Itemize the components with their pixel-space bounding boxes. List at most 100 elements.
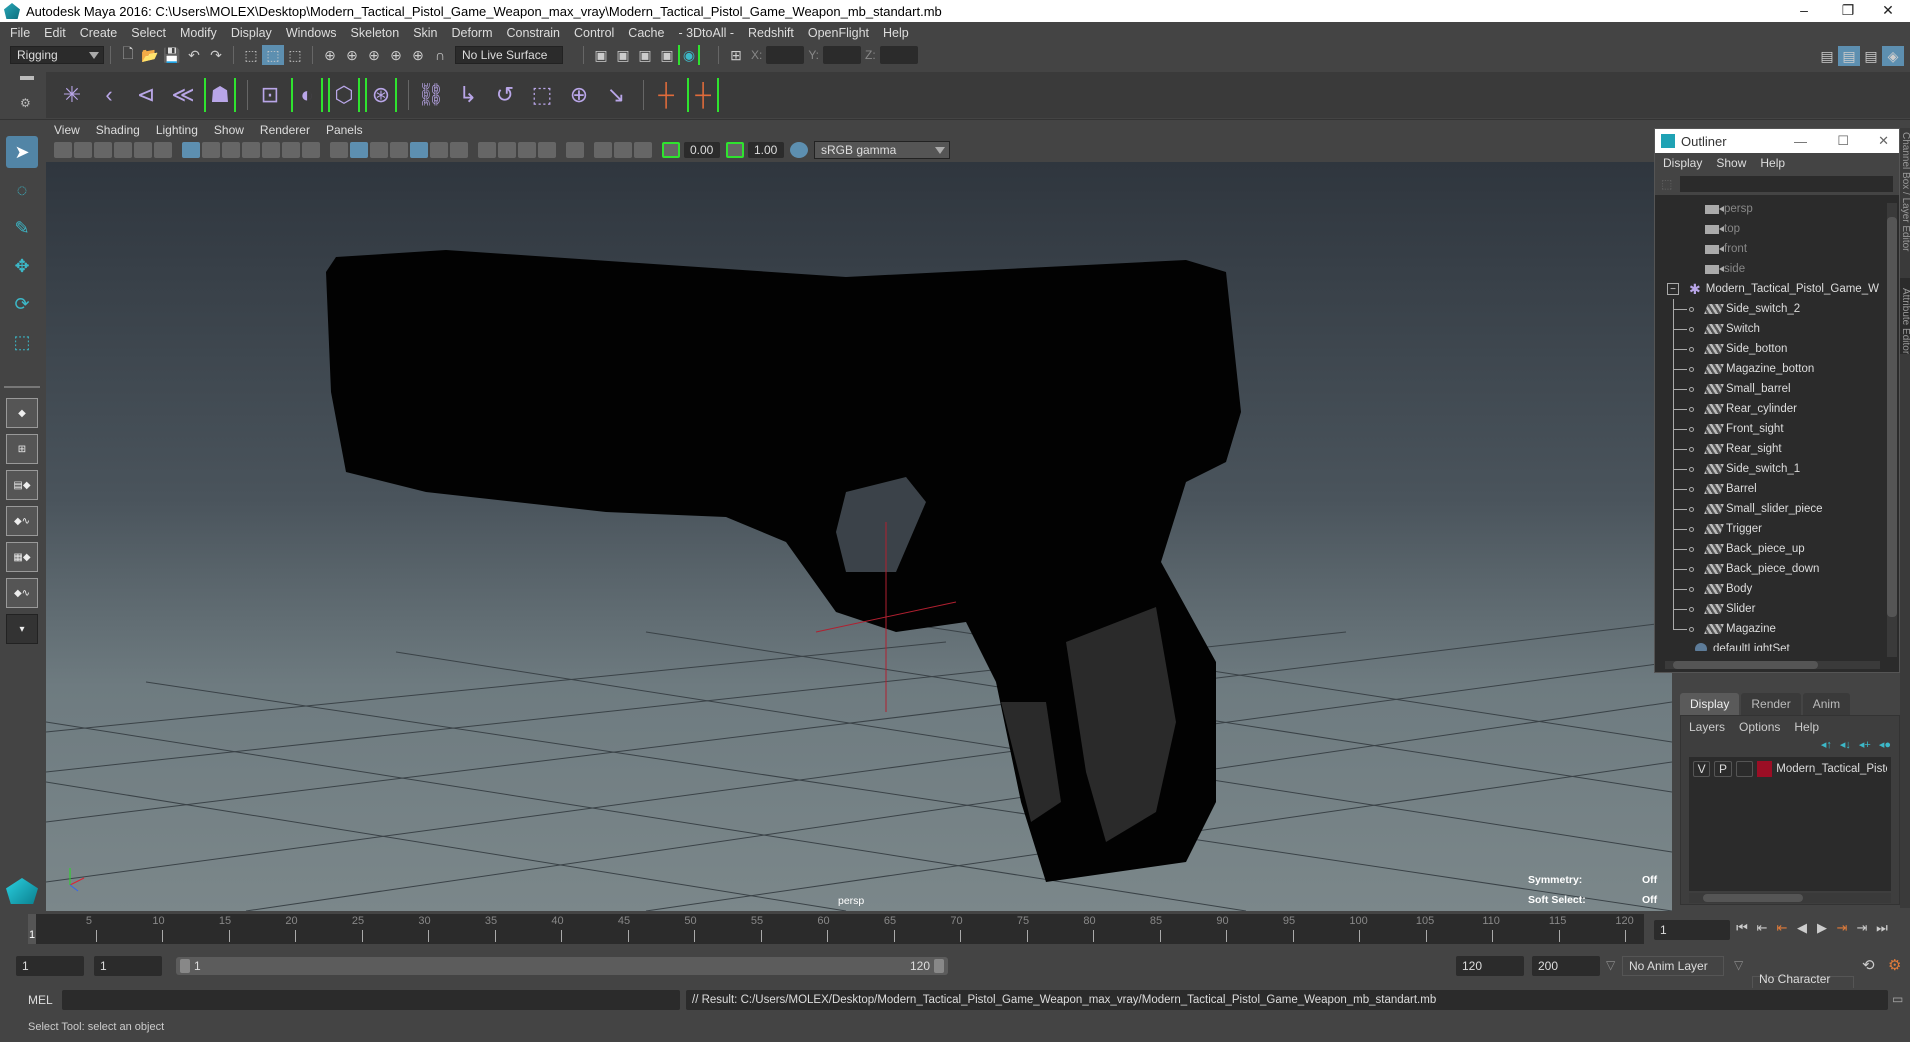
viewport-menu-renderer[interactable]: Renderer [260, 123, 310, 137]
undo-icon[interactable]: ↶ [183, 45, 205, 65]
outliner-item-side-botton[interactable]: Side_botton [1655, 339, 1899, 359]
locator-icon[interactable]: ┼ [650, 78, 682, 112]
snap-view-plane-icon[interactable]: ⊕ [385, 45, 407, 65]
outliner-minimize-button[interactable]: — [1794, 134, 1807, 149]
outliner-item-front[interactable]: front [1655, 239, 1899, 259]
2d-pan-zoom-icon[interactable] [134, 142, 152, 158]
layer-menu-layers[interactable]: Layers [1689, 720, 1725, 734]
paint-weights-icon[interactable]: ⊡ [254, 78, 286, 112]
outliner-item-defaultlightset[interactable]: defaultLightSet [1655, 639, 1899, 651]
go-to-start-icon[interactable]: ⏮ [1732, 918, 1752, 938]
screen-space-ao-icon[interactable] [478, 142, 496, 158]
range-start-handle[interactable] [180, 959, 190, 973]
select-camera-icon[interactable] [54, 142, 72, 158]
play-backwards-icon[interactable]: ◀ [1792, 918, 1812, 938]
outliner-item-side-switch-2[interactable]: Side_switch_2 [1655, 299, 1899, 319]
outliner-menu-display[interactable]: Display [1663, 156, 1702, 170]
textured-icon[interactable] [410, 142, 428, 158]
go-to-end-icon[interactable]: ⏭ [1872, 918, 1892, 938]
grid-toggle-icon[interactable] [182, 142, 200, 158]
film-gate-icon[interactable] [202, 142, 220, 158]
layer-hscroll-thumb[interactable] [1703, 894, 1803, 902]
outliner-maximize-button[interactable]: ☐ [1837, 133, 1849, 149]
tab-attribute-editor[interactable]: Attribute Editor [1900, 278, 1910, 355]
outliner-persp-layout[interactable]: ▤◆ [6, 470, 38, 500]
safe-action-icon[interactable] [282, 142, 300, 158]
outliner-item-slider[interactable]: Slider [1655, 599, 1899, 619]
layer-name[interactable]: Modern_Tactical_Pisto [1776, 763, 1887, 775]
outliner-hscrollbar[interactable] [1665, 661, 1880, 669]
layer-display-type-toggle[interactable] [1735, 761, 1753, 777]
restore-button[interactable]: ❐ [1826, 0, 1870, 22]
time-slider[interactable]: 1 5 10 15 20 25 30 35 40 45 50 55 60 65 70 75 80 85 90 95 1… [28, 914, 1644, 944]
exposure-icon[interactable] [662, 142, 680, 158]
step-forward-key-icon[interactable]: ⇥ [1832, 918, 1852, 938]
outliner-item-back-piece-up[interactable]: Back_piece_up [1655, 539, 1899, 559]
menu-file[interactable]: File [10, 26, 30, 40]
blend-shape-icon[interactable]: ⊛ [365, 78, 397, 112]
anti-aliasing-icon[interactable] [518, 142, 536, 158]
layer-menu-options[interactable]: Options [1739, 720, 1780, 734]
layer-menu-help[interactable]: Help [1794, 720, 1819, 734]
outliner-item-persp[interactable]: persp [1655, 199, 1899, 219]
image-plane-icon[interactable] [114, 142, 132, 158]
scale-tool-icon[interactable]: ⬚ [6, 326, 38, 358]
menu-edit[interactable]: Edit [44, 26, 66, 40]
hypershade-icon[interactable]: ◉ [678, 45, 700, 65]
new-layer-selected-icon[interactable]: ◂● [1879, 738, 1891, 751]
snap-magnet-icon[interactable]: ∩ [429, 45, 451, 65]
render-view-icon[interactable]: ▣ [590, 45, 612, 65]
anim-layer-dropdown[interactable]: No Anim Layer [1622, 956, 1724, 976]
snap-live-icon[interactable]: ⊕ [407, 45, 429, 65]
tab-channel-box[interactable]: Channel Box / Layer Editor [1900, 128, 1910, 278]
layer-color-swatch[interactable] [1756, 761, 1773, 777]
orient-constraint-icon[interactable]: ↺ [489, 78, 521, 112]
collapse-icon[interactable]: − [1667, 283, 1679, 295]
menu-openflight[interactable]: OpenFlight [808, 26, 869, 40]
viewport-menu-lighting[interactable]: Lighting [156, 123, 198, 137]
select-tool-icon[interactable]: ➤ [6, 136, 38, 168]
gamma-field[interactable]: 1.00 [748, 142, 784, 158]
quick-rig-icon[interactable]: ☗ [204, 78, 236, 112]
render-settings-icon[interactable]: ▣ [656, 45, 678, 65]
modeling-toolkit-icon[interactable]: ▤ [1816, 46, 1838, 66]
lasso-tool-icon[interactable]: ◌ [6, 174, 38, 206]
render-frame-icon[interactable]: ▣ [612, 45, 634, 65]
layer-playback-toggle[interactable]: P [1714, 761, 1732, 777]
range-slider[interactable]: 1 120 [176, 957, 948, 975]
tab-anim[interactable]: Anim [1802, 693, 1851, 715]
attribute-editor-toggle-icon[interactable]: ◈ [1882, 46, 1904, 66]
scale-constraint-icon[interactable]: ⬚ [526, 78, 558, 112]
gate-mask-icon[interactable] [242, 142, 260, 158]
joint-tool-icon[interactable]: ✳ [56, 78, 88, 112]
y-field[interactable] [823, 46, 862, 64]
bookmark-icon[interactable] [94, 142, 112, 158]
open-scene-icon[interactable]: 📂 [139, 45, 161, 65]
outliner-hscroll-thumb[interactable] [1673, 661, 1818, 669]
script-language-toggle[interactable]: MEL [28, 993, 53, 1007]
insert-joint-icon[interactable]: ‹ [93, 78, 125, 112]
use-all-lights-icon[interactable] [430, 142, 448, 158]
outliner-item-barrel[interactable]: Barrel [1655, 479, 1899, 499]
live-surface-field[interactable]: No Live Surface [455, 46, 563, 64]
motion-blur-icon[interactable] [498, 142, 516, 158]
aim-constraint-icon[interactable]: ⊕ [563, 78, 595, 112]
gamma-icon[interactable] [726, 142, 744, 158]
move-layer-up-icon[interactable]: ◂↑ [1821, 738, 1832, 751]
new-scene-icon[interactable]: 🗋 [117, 45, 139, 65]
tab-render[interactable]: Render [1741, 693, 1801, 715]
wireframe-on-shaded-icon[interactable] [390, 142, 408, 158]
outliner-item-body[interactable]: Body [1655, 579, 1899, 599]
menu-select[interactable]: Select [131, 26, 166, 40]
script-editor-icon[interactable]: ▭ [1892, 992, 1903, 1006]
start-field[interactable]: 1 [94, 956, 162, 976]
xray-joints-icon[interactable] [634, 142, 652, 158]
play-forwards-icon[interactable]: ▶ [1812, 918, 1832, 938]
ik-spline-icon[interactable]: ≪ [167, 78, 199, 112]
step-back-frame-icon[interactable]: ⇤ [1752, 918, 1772, 938]
menu-help[interactable]: Help [883, 26, 909, 40]
outliner-item-side[interactable]: side [1655, 259, 1899, 279]
move-layer-down-icon[interactable]: ◂↓ [1840, 738, 1851, 751]
resolution-gate-icon[interactable] [222, 142, 240, 158]
menu-display[interactable]: Display [231, 26, 272, 40]
